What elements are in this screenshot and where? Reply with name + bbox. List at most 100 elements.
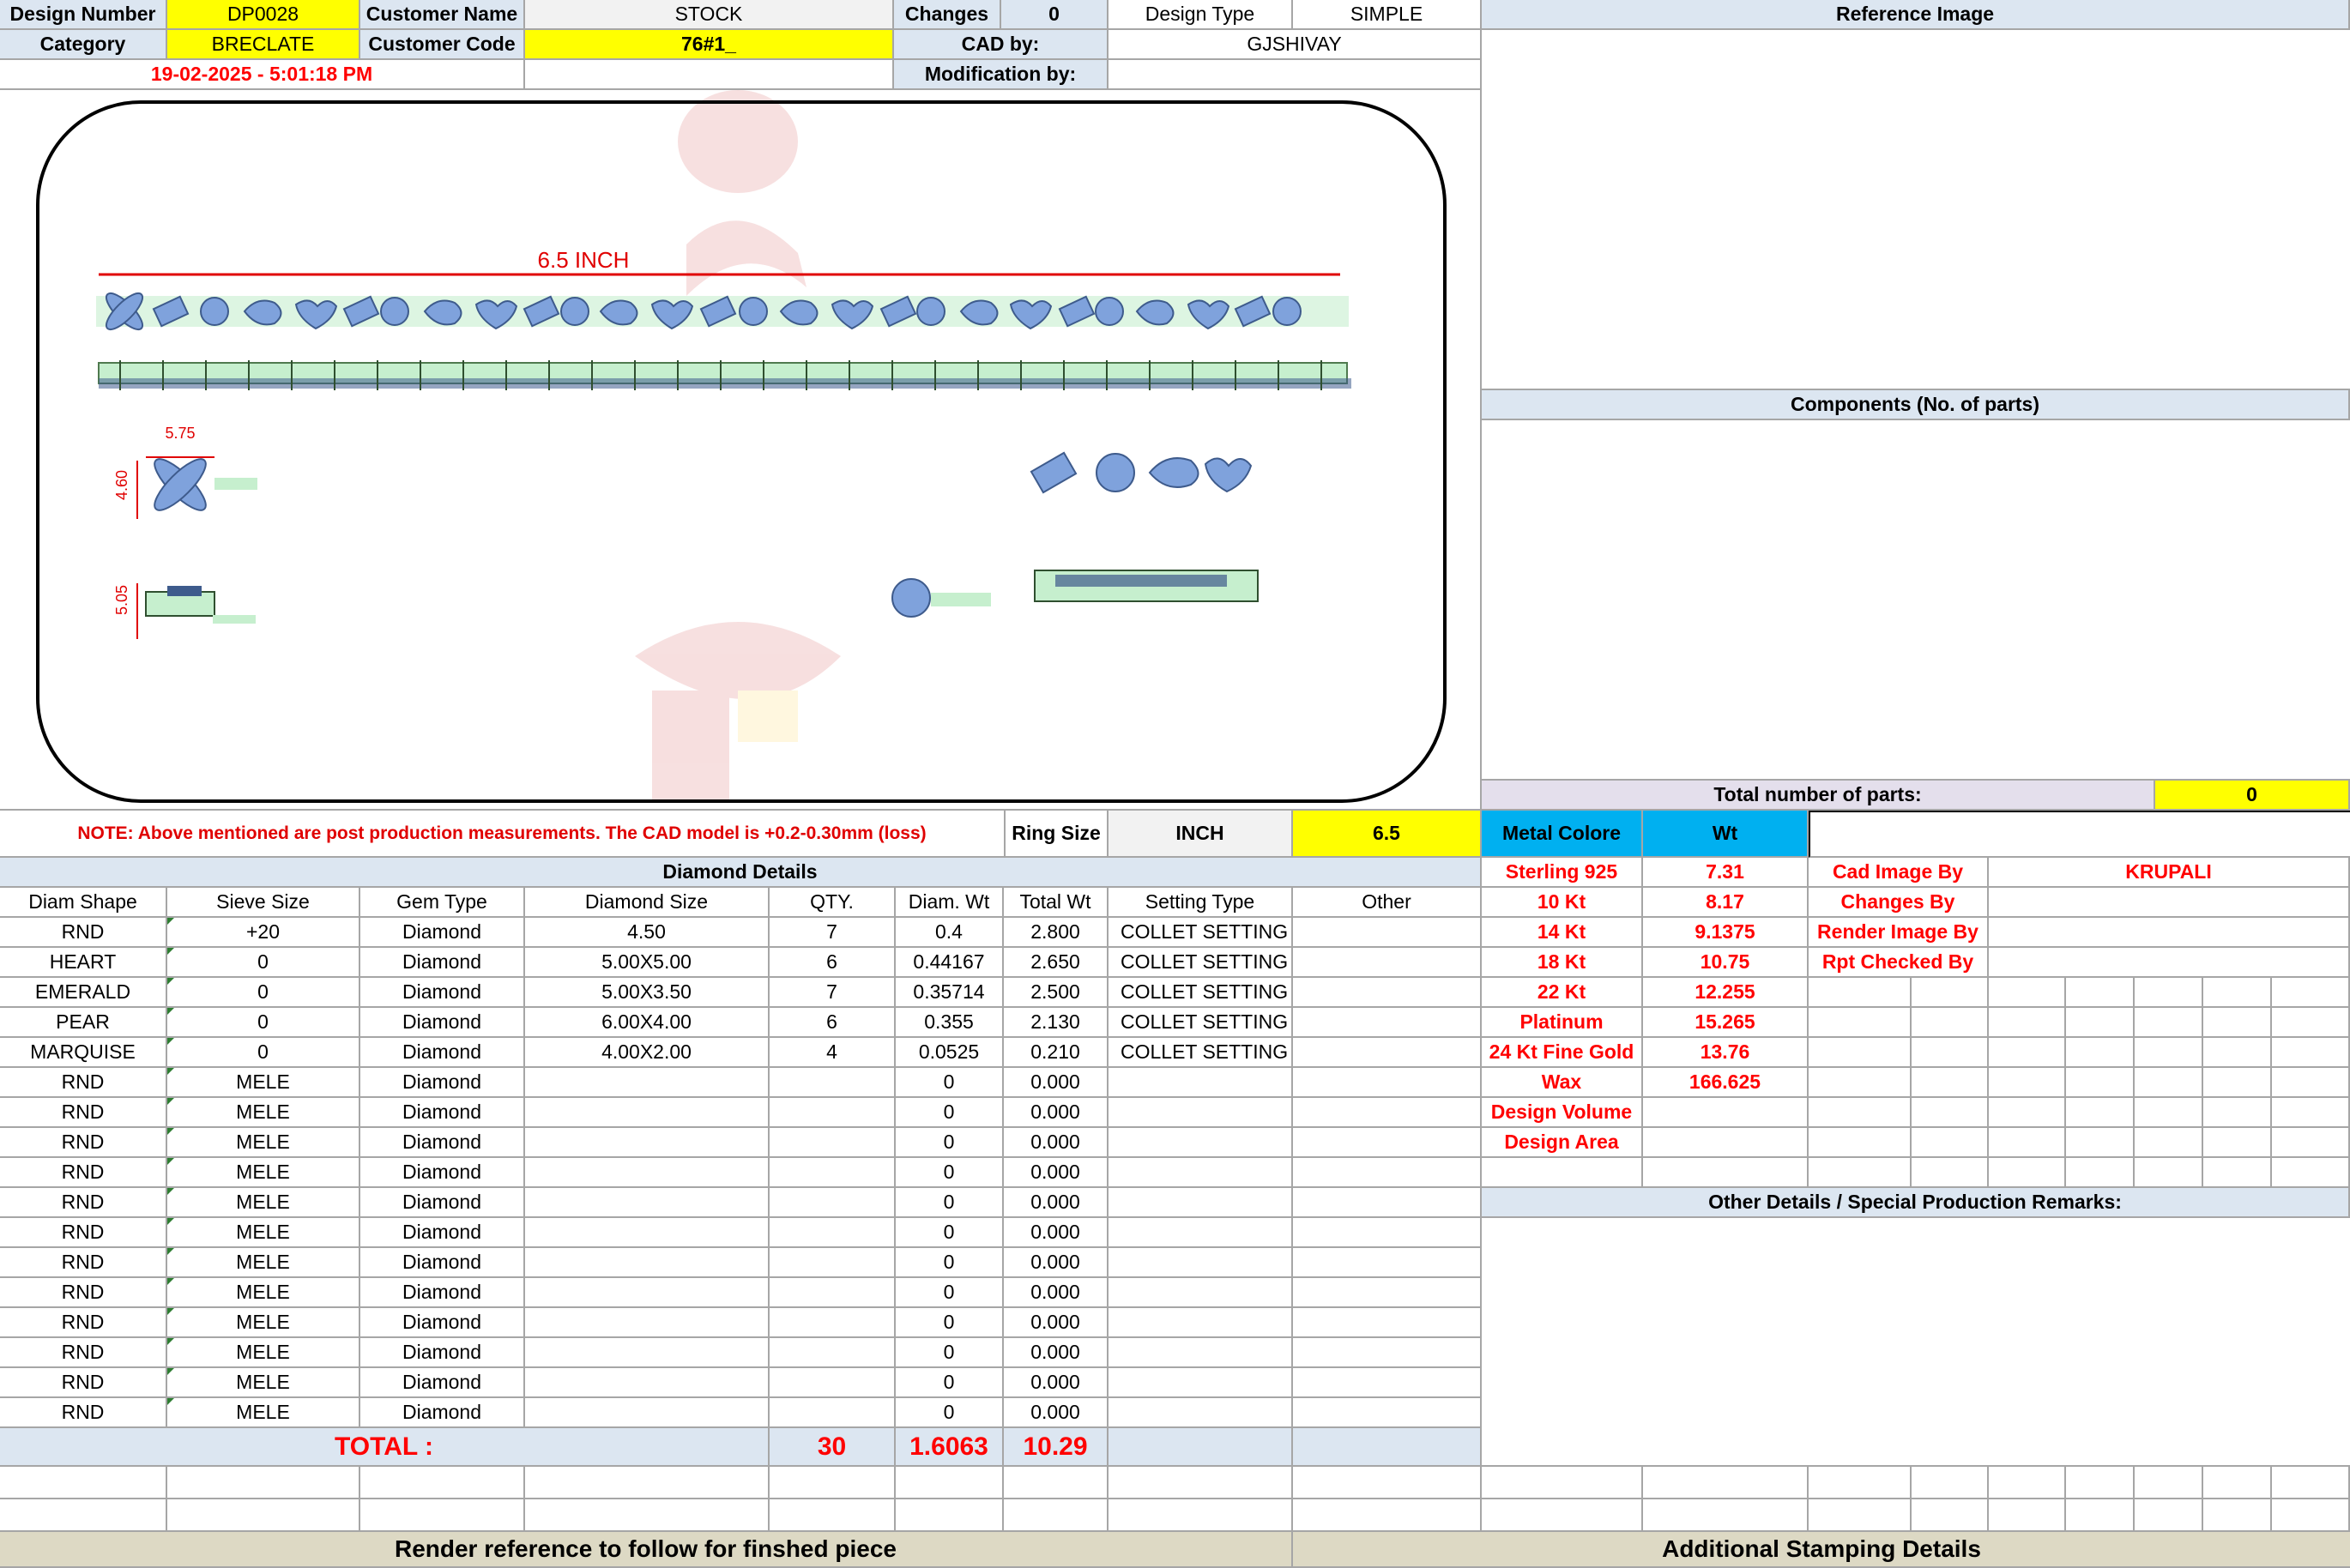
table-cell[interactable] bbox=[1109, 1248, 1293, 1278]
table-cell[interactable] bbox=[525, 1218, 770, 1248]
category-value[interactable]: BRECLATE bbox=[167, 30, 360, 60]
table-cell[interactable] bbox=[1293, 1158, 1482, 1188]
table-cell[interactable]: Diamond bbox=[360, 1188, 525, 1218]
table-cell[interactable] bbox=[770, 1278, 896, 1308]
table-cell[interactable] bbox=[1293, 1218, 1482, 1248]
table-cell[interactable] bbox=[1293, 1188, 1482, 1218]
table-cell[interactable]: 0.000 bbox=[1004, 1278, 1109, 1308]
table-cell[interactable]: MELE bbox=[167, 1278, 360, 1308]
table-cell[interactable]: Diamond bbox=[360, 1068, 525, 1098]
table-cell[interactable]: 2.650 bbox=[1004, 948, 1109, 978]
table-cell[interactable]: MARQUISE bbox=[0, 1038, 167, 1068]
table-cell[interactable] bbox=[1293, 1338, 1482, 1368]
table-cell[interactable] bbox=[1293, 1308, 1482, 1338]
table-cell[interactable]: 4.00X2.00 bbox=[525, 1038, 770, 1068]
table-cell[interactable]: 0.355 bbox=[896, 1008, 1004, 1038]
table-cell[interactable]: 0 bbox=[896, 1158, 1004, 1188]
ring-size-value[interactable]: 6.5 bbox=[1293, 811, 1482, 858]
table-cell[interactable]: 0.000 bbox=[1004, 1158, 1109, 1188]
table-cell[interactable] bbox=[1109, 1398, 1293, 1428]
table-cell[interactable]: RND bbox=[0, 1098, 167, 1128]
table-cell[interactable]: 0 bbox=[896, 1098, 1004, 1128]
table-cell[interactable]: COLLET SETTING bbox=[1109, 1008, 1293, 1038]
table-cell[interactable] bbox=[1109, 1128, 1293, 1158]
table-cell[interactable] bbox=[1293, 1398, 1482, 1428]
table-cell[interactable]: MELE bbox=[167, 1368, 360, 1398]
table-cell[interactable] bbox=[525, 1248, 770, 1278]
table-cell[interactable]: PEAR bbox=[0, 1008, 167, 1038]
table-cell[interactable]: 0 bbox=[896, 1338, 1004, 1368]
table-cell[interactable]: 0.210 bbox=[1004, 1038, 1109, 1068]
table-cell[interactable] bbox=[525, 1098, 770, 1128]
table-cell[interactable]: 0.000 bbox=[1004, 1068, 1109, 1098]
table-cell[interactable]: Diamond bbox=[360, 1038, 525, 1068]
metal-weight[interactable] bbox=[1643, 1098, 1809, 1128]
metal-weight[interactable]: 12.255 bbox=[1643, 978, 1809, 1008]
table-cell[interactable]: 0 bbox=[896, 1128, 1004, 1158]
table-cell[interactable]: 0 bbox=[896, 1188, 1004, 1218]
table-cell[interactable]: 2.800 bbox=[1004, 918, 1109, 948]
table-cell[interactable] bbox=[1109, 1338, 1293, 1368]
table-cell[interactable]: RND bbox=[0, 1368, 167, 1398]
table-cell[interactable]: MELE bbox=[167, 1398, 360, 1428]
table-cell[interactable]: Diamond bbox=[360, 1158, 525, 1188]
table-cell[interactable]: MELE bbox=[167, 1158, 360, 1188]
table-cell[interactable]: Diamond bbox=[360, 978, 525, 1008]
metal-weight[interactable]: 7.31 bbox=[1643, 858, 1809, 888]
customer-code-value[interactable]: 76#1_ bbox=[525, 30, 894, 60]
table-cell[interactable] bbox=[770, 1308, 896, 1338]
table-cell[interactable] bbox=[525, 1188, 770, 1218]
table-cell[interactable]: RND bbox=[0, 1338, 167, 1368]
table-cell[interactable] bbox=[1109, 1218, 1293, 1248]
table-cell[interactable]: 0.44167 bbox=[896, 948, 1004, 978]
table-cell[interactable]: 2.500 bbox=[1004, 978, 1109, 1008]
table-cell[interactable] bbox=[1109, 1068, 1293, 1098]
table-cell[interactable]: COLLET SETTING bbox=[1109, 978, 1293, 1008]
changes-value[interactable]: 0 bbox=[1001, 0, 1109, 30]
table-cell[interactable]: RND bbox=[0, 1158, 167, 1188]
table-cell[interactable]: MELE bbox=[167, 1218, 360, 1248]
table-cell[interactable] bbox=[1293, 1368, 1482, 1398]
table-cell[interactable]: 0 bbox=[896, 1068, 1004, 1098]
table-cell[interactable]: Diamond bbox=[360, 1098, 525, 1128]
table-cell[interactable]: 0.000 bbox=[1004, 1368, 1109, 1398]
table-cell[interactable] bbox=[770, 1398, 896, 1428]
table-cell[interactable]: 0.000 bbox=[1004, 1308, 1109, 1338]
table-cell[interactable] bbox=[525, 1128, 770, 1158]
table-cell[interactable]: 4 bbox=[770, 1038, 896, 1068]
table-cell[interactable]: 0 bbox=[896, 1218, 1004, 1248]
metal-weight[interactable]: 9.1375 bbox=[1643, 918, 1809, 948]
table-cell[interactable]: MELE bbox=[167, 1128, 360, 1158]
table-cell[interactable] bbox=[1293, 918, 1482, 948]
table-cell[interactable] bbox=[1293, 1248, 1482, 1278]
table-cell[interactable] bbox=[1109, 1368, 1293, 1398]
table-cell[interactable]: Diamond bbox=[360, 1398, 525, 1428]
metal-weight[interactable] bbox=[1643, 1128, 1809, 1158]
table-cell[interactable]: Diamond bbox=[360, 1248, 525, 1278]
metal-weight[interactable]: 13.76 bbox=[1643, 1038, 1809, 1068]
table-cell[interactable]: Diamond bbox=[360, 1338, 525, 1368]
table-cell[interactable]: RND bbox=[0, 1068, 167, 1098]
table-cell[interactable] bbox=[1293, 978, 1482, 1008]
table-cell[interactable]: Diamond bbox=[360, 918, 525, 948]
table-cell[interactable] bbox=[1293, 1008, 1482, 1038]
table-cell[interactable]: 7 bbox=[770, 918, 896, 948]
table-cell[interactable]: EMERALD bbox=[0, 978, 167, 1008]
table-cell[interactable]: 0 bbox=[896, 1278, 1004, 1308]
table-cell[interactable]: 0 bbox=[167, 978, 360, 1008]
table-cell[interactable]: 0 bbox=[896, 1308, 1004, 1338]
table-cell[interactable] bbox=[1109, 1158, 1293, 1188]
table-cell[interactable] bbox=[1109, 1098, 1293, 1128]
table-cell[interactable]: 0 bbox=[167, 1038, 360, 1068]
modification-value[interactable] bbox=[1109, 60, 1482, 90]
table-cell[interactable] bbox=[525, 1368, 770, 1398]
table-cell[interactable]: COLLET SETTING bbox=[1109, 948, 1293, 978]
table-cell[interactable]: 0.000 bbox=[1004, 1338, 1109, 1368]
table-cell[interactable] bbox=[525, 1308, 770, 1338]
table-cell[interactable] bbox=[1293, 1128, 1482, 1158]
table-cell[interactable]: Diamond bbox=[360, 1218, 525, 1248]
table-cell[interactable] bbox=[1293, 1278, 1482, 1308]
table-cell[interactable] bbox=[1293, 1068, 1482, 1098]
table-cell[interactable] bbox=[1109, 1188, 1293, 1218]
table-cell[interactable]: 2.130 bbox=[1004, 1008, 1109, 1038]
